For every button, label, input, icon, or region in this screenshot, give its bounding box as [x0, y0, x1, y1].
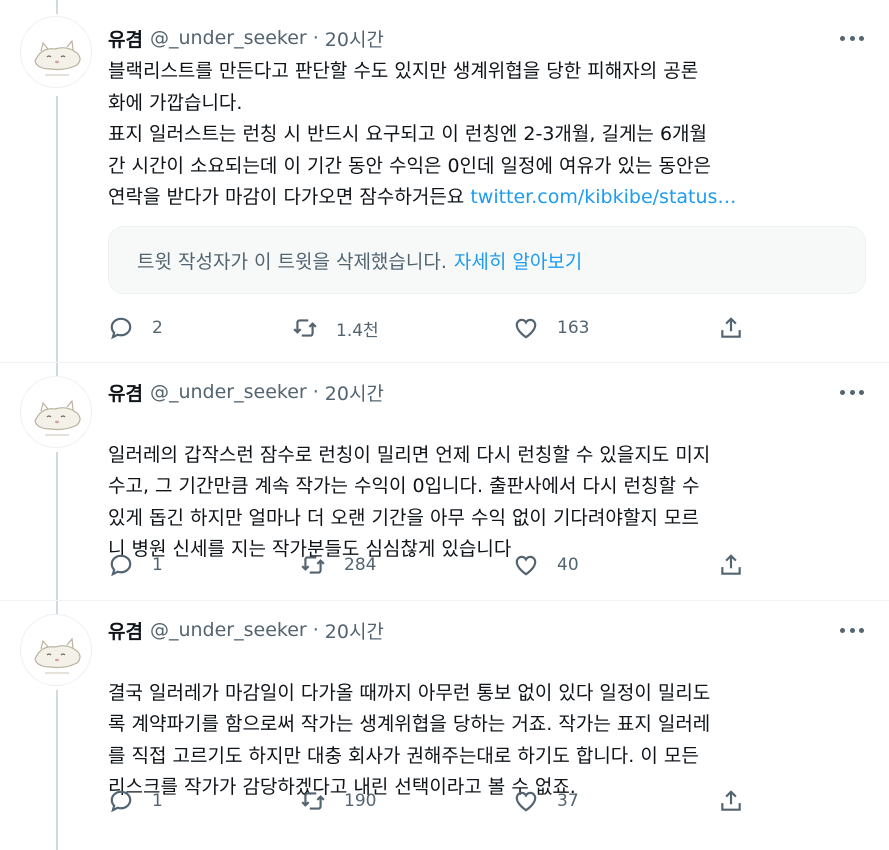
cat-avatar-icon — [34, 399, 81, 436]
reply-count: 2 — [152, 318, 163, 338]
like-button[interactable]: 37 — [513, 785, 579, 817]
more-button[interactable] — [836, 26, 868, 50]
tweet[interactable]: 유겸 @_under_seeker · 20시간 블랙리스트를 만든다고 판단할… — [0, 0, 889, 360]
tweet-text: 결국 일러레가 마감일이 다가올 때까지 아무런 통보 없이 있다 일정이 밀리… — [108, 646, 863, 804]
deleted-quote-card: 트윗 작성자가 이 트윗을 삭제했습니다. 자세히 알아보기 — [108, 226, 866, 294]
username[interactable]: @_under_seeker — [150, 619, 307, 641]
timestamp[interactable]: 20시간 — [325, 379, 384, 406]
tweet-actions: 2 1.4천 163 — [108, 312, 758, 344]
like-count: 40 — [557, 555, 579, 575]
separator: · — [312, 27, 319, 49]
retweet-icon — [293, 319, 317, 337]
like-count: 37 — [557, 791, 579, 811]
avatar[interactable] — [20, 614, 92, 686]
tweet-link[interactable]: twitter.com/kibkibe/status… — [470, 186, 736, 208]
avatar[interactable] — [20, 376, 92, 448]
retweet-count: 190 — [344, 791, 377, 811]
share-button[interactable] — [718, 312, 744, 344]
share-icon — [721, 790, 741, 811]
heart-icon — [515, 791, 537, 812]
share-icon — [721, 317, 741, 338]
reply-button[interactable]: 1 — [108, 549, 163, 581]
display-name[interactable]: 유겸 — [108, 25, 143, 52]
reply-button[interactable]: 1 — [108, 785, 163, 817]
reply-icon — [110, 790, 132, 813]
retweet-icon — [301, 556, 325, 574]
heart-icon — [515, 318, 537, 339]
share-button[interactable] — [718, 549, 744, 581]
retweet-count: 284 — [344, 555, 377, 575]
like-count: 163 — [557, 318, 590, 338]
tweet[interactable]: 유겸 @_under_seeker · 20시간 일러레의 갑작스런 잠수로 런… — [0, 362, 889, 600]
retweet-button[interactable]: 284 — [300, 549, 376, 581]
like-button[interactable]: 163 — [513, 312, 589, 344]
tweet-text-content: 결국 일러레가 마감일이 다가올 때까지 아무런 통보 없이 있다 일정이 밀리… — [108, 681, 711, 799]
reply-count: 1 — [152, 791, 163, 811]
retweet-button[interactable]: 190 — [300, 785, 376, 817]
tweet-header: 유겸 @_under_seeker · 20시간 — [108, 616, 384, 644]
more-icon — [840, 627, 845, 633]
like-button[interactable]: 40 — [513, 549, 579, 581]
retweet-button[interactable]: 1.4천 — [292, 312, 379, 344]
more-button[interactable] — [836, 380, 868, 404]
tweet[interactable]: 유겸 @_under_seeker · 20시간 결국 일러레가 마감일이 다가… — [0, 600, 889, 850]
separator: · — [312, 381, 319, 403]
heart-icon — [515, 555, 537, 576]
display-name[interactable]: 유겸 — [108, 379, 143, 406]
more-icon — [840, 35, 845, 41]
username[interactable]: @_under_seeker — [150, 381, 307, 403]
more-icon — [840, 389, 845, 395]
tweet-header: 유겸 @_under_seeker · 20시간 — [108, 378, 384, 406]
tweet-header: 유겸 @_under_seeker · 20시간 — [108, 24, 384, 52]
tweet-text: 블랙리스트를 만든다고 판단할 수도 있지만 생계위협을 당한 피해자의 공론 … — [108, 56, 863, 214]
cat-avatar-icon — [34, 39, 81, 76]
separator: · — [312, 619, 319, 641]
share-button[interactable] — [718, 785, 744, 817]
tweet-actions: 1 284 40 — [108, 549, 758, 581]
share-icon — [721, 554, 741, 575]
reply-icon — [110, 317, 132, 340]
retweet-count: 1.4천 — [336, 320, 379, 341]
avatar[interactable] — [20, 16, 92, 88]
deleted-notice: 트윗 작성자가 이 트윗을 삭제했습니다. — [137, 250, 447, 273]
display-name[interactable]: 유겸 — [108, 617, 143, 644]
tweet-text: 일러레의 갑작스런 잠수로 런칭이 밀리면 언제 다시 런칭할 수 있을지도 미… — [108, 408, 863, 566]
retweet-icon — [301, 792, 325, 810]
username[interactable]: @_under_seeker — [150, 27, 307, 49]
tweet-actions: 1 190 37 — [108, 785, 758, 817]
reply-count: 1 — [152, 555, 163, 575]
reply-icon — [110, 554, 132, 577]
learn-more-link[interactable]: 자세히 알아보기 — [454, 247, 582, 274]
more-button[interactable] — [836, 618, 868, 642]
reply-button[interactable]: 2 — [108, 312, 163, 344]
tweet-text-content: 일러레의 갑작스런 잠수로 런칭이 밀리면 언제 다시 런칭할 수 있을지도 미… — [108, 443, 711, 561]
cat-avatar-icon — [34, 637, 81, 674]
timestamp[interactable]: 20시간 — [325, 617, 384, 644]
timestamp[interactable]: 20시간 — [325, 25, 384, 52]
